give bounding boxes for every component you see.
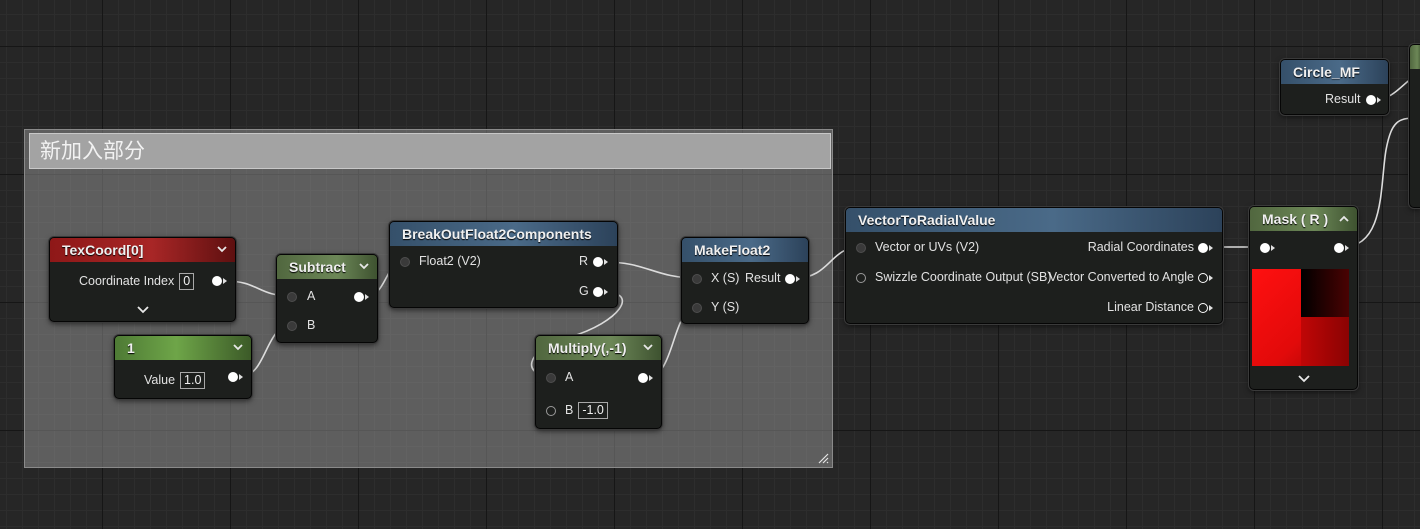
multiply-b-value-field[interactable]: -1.0 (578, 402, 608, 419)
constant-node-header[interactable]: 1 (115, 336, 251, 360)
breakout-pin-in-label: Float2 (V2) (419, 254, 481, 268)
subtract-pin-a-label: A (307, 289, 316, 303)
chevron-down-icon[interactable] (643, 336, 653, 351)
mask-output-pin[interactable] (1334, 243, 1344, 253)
preview-shade (1301, 269, 1349, 317)
makefloat-pin-result-label: Result (745, 271, 781, 285)
chevron-down-icon[interactable] (217, 238, 227, 253)
multiply-node-title: Multiply(,-1) (548, 340, 627, 356)
makefloat-input-y-pin[interactable] (692, 303, 702, 313)
makefloat-node-header[interactable]: MakeFloat2 (682, 238, 808, 262)
radial-output-angle-pin[interactable] (1198, 273, 1208, 283)
texcoord-node[interactable]: TexCoord[0] Coordinate Index 0 (49, 237, 236, 322)
radial-output-linear-pin[interactable] (1198, 303, 1208, 313)
breakout-output-g-pin[interactable] (593, 287, 603, 297)
circle-mf-output-pin[interactable] (1366, 95, 1376, 105)
multiply-output-pin[interactable] (638, 373, 648, 383)
radial-out-angle-label: Vector Converted to Angle (1048, 270, 1194, 284)
makefloat-pin-x-label: X (S) (711, 271, 740, 285)
pin-arrow-icon (1209, 305, 1213, 311)
makefloat-output-pin[interactable] (785, 274, 795, 284)
radial-node-title: VectorToRadialValue (858, 212, 996, 228)
pin-arrow-icon (1209, 245, 1213, 251)
circle-mf-pin-result-label: Result (1325, 92, 1361, 106)
resize-grip-icon[interactable] (817, 452, 829, 464)
constant-node[interactable]: 1 Value 1.0 (114, 335, 252, 399)
multiply-input-a-pin[interactable] (546, 373, 556, 383)
circle-mf-node[interactable]: Circle_MF Result (1280, 59, 1389, 115)
subtract-node-header[interactable]: Subtract (277, 255, 377, 279)
makefloat-pin-y-label: Y (S) (711, 300, 740, 314)
pin-arrow-icon (604, 259, 608, 265)
breakout-pin-g-label: G (579, 284, 589, 298)
pin-arrow-icon (1271, 245, 1275, 251)
pin-arrow-icon (1209, 275, 1213, 281)
pin-arrow-icon (1377, 97, 1381, 103)
subtract-node[interactable]: Subtract A B (276, 254, 378, 343)
breakout-node[interactable]: BreakOutFloat2Components Float2 (V2) R G (389, 221, 618, 308)
pin-arrow-icon (1345, 245, 1349, 251)
circle-mf-node-header[interactable]: Circle_MF (1281, 60, 1388, 84)
radial-input-vector-pin[interactable] (856, 243, 866, 253)
makefloat-node[interactable]: MakeFloat2 X (S) Result Y (S) (681, 237, 809, 324)
preview-shade-lower (1301, 317, 1349, 366)
pin-arrow-icon (649, 375, 653, 381)
breakout-pin-r-label: R (579, 254, 589, 268)
radial-output-radial-pin[interactable] (1198, 243, 1208, 253)
radial-in-swizzle-label: Swizzle Coordinate Output (SB) (875, 270, 1052, 284)
multiply-input-b-pin[interactable] (546, 406, 556, 416)
mask-node-header[interactable]: Mask ( R ) (1250, 207, 1357, 231)
radial-out-linear-label: Linear Distance (1107, 300, 1194, 314)
texcoord-node-title: TexCoord[0] (62, 242, 144, 258)
radial-node[interactable]: VectorToRadialValue Vector or UVs (V2) S… (845, 207, 1223, 324)
mask-node[interactable]: Mask ( R ) (1249, 206, 1358, 390)
makefloat-input-x-pin[interactable] (692, 274, 702, 284)
chevron-down-icon[interactable] (1297, 375, 1310, 383)
texcoord-pin-label: Coordinate Index (79, 274, 175, 288)
subtract-input-a-pin[interactable] (287, 292, 297, 302)
circle-mf-node-title: Circle_MF (1293, 64, 1360, 80)
subtract-node-title: Subtract (289, 259, 346, 275)
radial-in-vector-label: Vector or UVs (V2) (875, 240, 980, 254)
chevron-down-icon[interactable] (233, 336, 243, 351)
constant-output-pin[interactable] (228, 372, 238, 382)
subtract-input-b-pin[interactable] (287, 321, 297, 331)
pin-arrow-icon (796, 276, 800, 282)
radial-node-header[interactable]: VectorToRadialValue (846, 208, 1222, 232)
mask-input-pin[interactable] (1260, 243, 1270, 253)
mask-preview-image (1252, 269, 1349, 366)
radial-out-radial-label: Radial Coordinates (1087, 240, 1194, 254)
offscreen-node-header[interactable] (1410, 45, 1420, 69)
comment-title[interactable]: 新加入部分 (29, 133, 831, 169)
pin-arrow-icon (239, 374, 243, 380)
breakout-output-r-pin[interactable] (593, 257, 603, 267)
chevron-down-icon[interactable] (136, 306, 149, 314)
constant-value-field[interactable]: 1.0 (180, 372, 206, 389)
breakout-node-header[interactable]: BreakOutFloat2Components (390, 222, 617, 246)
mask-node-title: Mask ( R ) (1262, 211, 1329, 227)
offscreen-node[interactable] (1409, 44, 1420, 208)
texcoord-output-pin[interactable] (212, 276, 222, 286)
constant-node-title: 1 (127, 340, 135, 356)
multiply-node[interactable]: Multiply(,-1) A B -1.0 (535, 335, 662, 429)
texcoord-node-header[interactable]: TexCoord[0] (50, 238, 235, 262)
makefloat-node-title: MakeFloat2 (694, 242, 771, 258)
pin-arrow-icon (223, 278, 227, 284)
subtract-output-pin[interactable] (354, 292, 364, 302)
breakout-node-title: BreakOutFloat2Components (402, 226, 592, 242)
multiply-pin-b-label: B (565, 403, 574, 417)
radial-input-swizzle-pin[interactable] (856, 273, 866, 283)
coordinate-index-field[interactable]: 0 (179, 273, 195, 290)
multiply-pin-a-label: A (565, 370, 574, 384)
breakout-input-pin[interactable] (400, 257, 410, 267)
chevron-down-icon[interactable] (359, 255, 369, 270)
constant-pin-label: Value (144, 373, 176, 387)
chevron-up-icon[interactable] (1339, 207, 1349, 222)
pin-arrow-icon (365, 294, 369, 300)
multiply-node-header[interactable]: Multiply(,-1) (536, 336, 661, 360)
pin-arrow-icon (604, 289, 608, 295)
subtract-pin-b-label: B (307, 318, 316, 332)
